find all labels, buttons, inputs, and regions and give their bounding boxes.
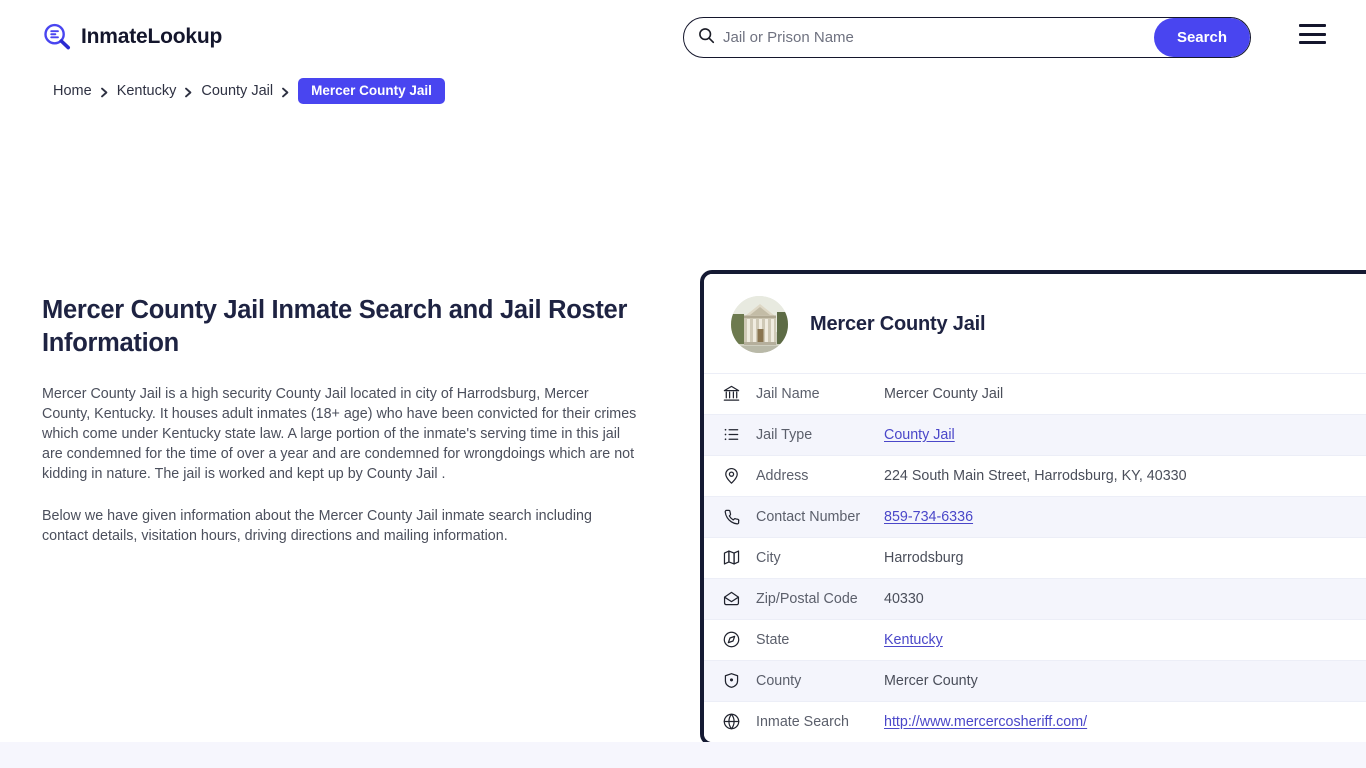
row-label: Jail Type [756, 427, 813, 443]
breadcrumb-item-kentucky[interactable]: Kentucky [117, 83, 177, 99]
secondary-paragraph: Below we have given information about th… [42, 508, 592, 544]
row-label: Zip/Postal Code [756, 591, 858, 607]
row-value-link[interactable]: County Jail [884, 427, 955, 443]
table-row: Zip/Postal Code 40330 [704, 578, 1366, 619]
table-row: Inmate Search http://www.mercercosheriff… [704, 701, 1366, 742]
hamburger-bar [1299, 24, 1326, 27]
mail-open-icon [722, 589, 742, 609]
chevron-right-icon [281, 86, 290, 97]
card-header: Mercer County Jail [704, 274, 1366, 373]
article-column: Mercer County Jail Inmate Search and Jai… [42, 294, 642, 568]
row-label: Contact Number [756, 509, 861, 525]
hamburger-menu-icon[interactable] [1299, 24, 1326, 44]
search-button[interactable]: Search [1153, 18, 1250, 57]
chevron-right-icon [184, 86, 193, 97]
row-label: Inmate Search [756, 714, 849, 730]
card-title: Mercer County Jail [810, 313, 986, 335]
compass-icon [722, 630, 742, 650]
map-icon [722, 548, 742, 568]
row-label: Address [756, 468, 809, 484]
bottom-band [0, 742, 1366, 768]
search-icon [698, 27, 715, 49]
search-bar: Search [683, 17, 1251, 58]
magnifier-list-icon [42, 22, 72, 52]
row-value-link[interactable]: 859-734-6336 [884, 509, 973, 525]
row-value: 40330 [884, 591, 924, 607]
courthouse-photo [731, 296, 788, 353]
bank-icon [722, 384, 742, 404]
table-row: Address 224 South Main Street, Harrodsbu… [704, 455, 1366, 496]
breadcrumb-current: Mercer County Jail [298, 78, 445, 104]
row-value: 224 South Main Street, Harrodsburg, KY, … [884, 468, 1187, 484]
table-row: Contact Number 859-734-6336 [704, 496, 1366, 537]
breadcrumb-item-county-jail[interactable]: County Jail [201, 83, 273, 99]
hamburger-bar [1299, 32, 1326, 36]
globe-icon [722, 712, 742, 732]
chevron-right-icon [100, 86, 109, 97]
jail-info-card: Mercer County Jail Jail Name Mercer Coun… [700, 270, 1366, 746]
row-label: City [756, 550, 781, 566]
list-icon [722, 425, 742, 445]
row-label: State [756, 632, 790, 648]
table-row: Jail Type County Jail [704, 414, 1366, 455]
main-content: Mercer County Jail Inmate Search and Jai… [0, 104, 1366, 768]
phone-icon [722, 507, 742, 527]
search-input[interactable] [723, 18, 1154, 57]
table-row: Jail Name Mercer County Jail [704, 373, 1366, 414]
row-value-link[interactable]: http://www.mercercosheriff.com/ [884, 714, 1087, 730]
site-logo-text: InmateLookup [81, 25, 223, 48]
row-value: Mercer County [884, 673, 978, 689]
table-row: County Mercer County [704, 660, 1366, 701]
breadcrumb: Home Kentucky County Jail Mercer County … [53, 78, 1366, 104]
row-value-link[interactable]: Kentucky [884, 632, 943, 648]
badge-icon [722, 671, 742, 691]
breadcrumb-item-home[interactable]: Home [53, 83, 92, 99]
row-value: Harrodsburg [884, 550, 964, 566]
map-pin-icon [722, 466, 742, 486]
intro-paragraph: Mercer County Jail is a high security Co… [42, 386, 637, 482]
row-label: Jail Name [756, 386, 820, 402]
table-row: City Harrodsburg [704, 537, 1366, 578]
site-header: InmateLookup Search [0, 0, 1366, 74]
hamburger-bar [1299, 41, 1326, 44]
page-title: Mercer County Jail Inmate Search and Jai… [42, 296, 628, 357]
table-row: State Kentucky [704, 619, 1366, 660]
row-label: County [756, 673, 802, 689]
row-value: Mercer County Jail [884, 386, 1004, 402]
site-logo[interactable]: InmateLookup [42, 22, 222, 52]
